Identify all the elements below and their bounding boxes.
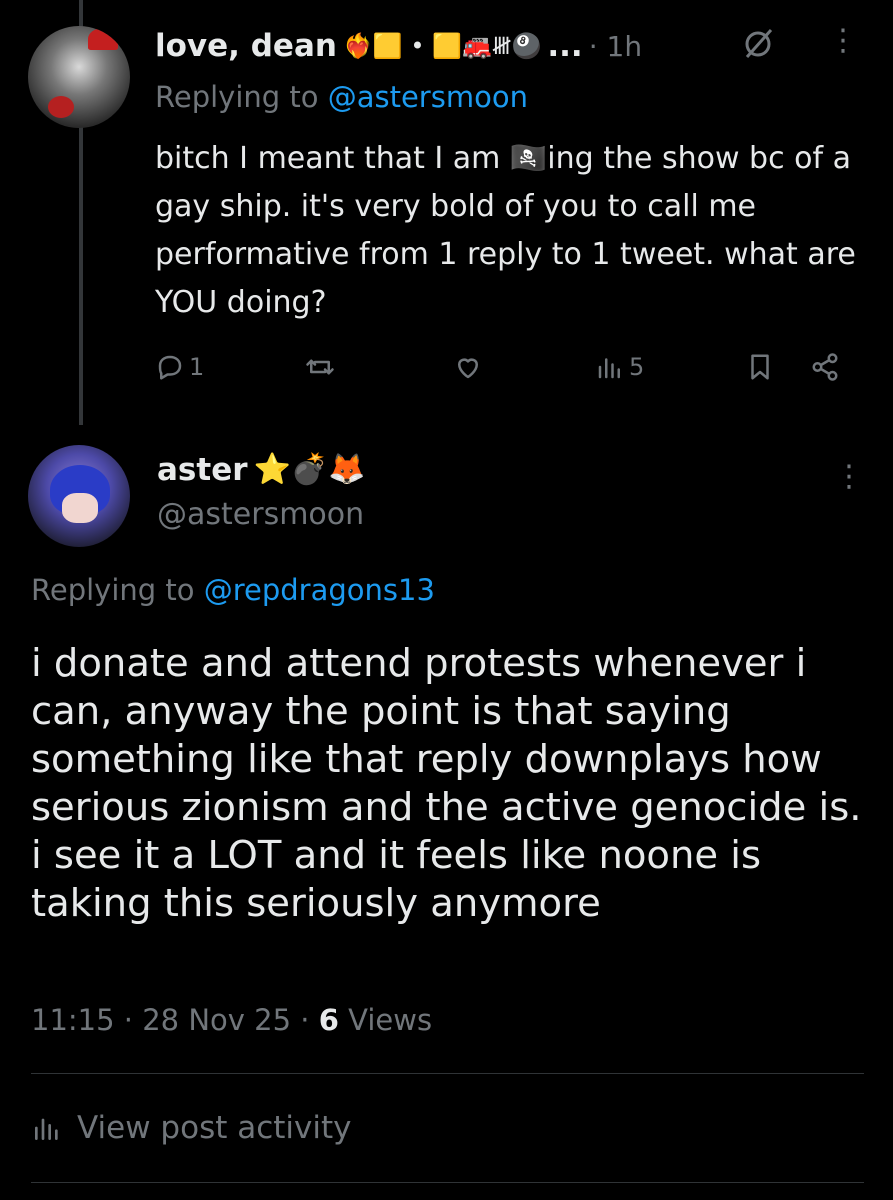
avatar-face <box>62 493 98 523</box>
like-button[interactable] <box>453 352 487 382</box>
replying-to: Replying to @repdragons13 <box>31 573 435 607</box>
more-options-icon[interactable]: ⋮ <box>834 462 864 492</box>
replying-to-label: Replying to <box>31 573 195 607</box>
retweet-button[interactable] <box>305 352 339 382</box>
views-number: 6 <box>318 1003 339 1037</box>
tweet-actions: 1 5 <box>155 352 855 392</box>
avatar[interactable] <box>28 26 130 128</box>
view-post-activity-link[interactable]: View post activity <box>31 1110 352 1146</box>
name-emojis: ❤️‍🔥🟨 • 🟨🚒𝍸🎱 <box>342 32 542 60</box>
santa-hat <box>88 28 118 50</box>
tweet-time[interactable]: · 1h <box>589 30 642 63</box>
reply-button[interactable]: 1 <box>155 352 204 382</box>
display-name[interactable]: love, dean <box>155 28 337 64</box>
more-options-icon[interactable]: ⋮ <box>828 26 858 56</box>
share-button[interactable] <box>810 352 840 382</box>
mute-icon <box>745 29 773 58</box>
tweet-text: bitch I meant that I am 🏴‍☠️ing the show… <box>155 141 856 320</box>
rose <box>48 96 74 118</box>
views-bar-chart-icon <box>35 1118 58 1140</box>
replying-to-label: Replying to <box>155 80 319 114</box>
views-label: Views <box>338 1003 433 1037</box>
bookmark-button[interactable] <box>745 352 775 382</box>
timestamp[interactable]: 11:15 · 28 Nov 25 · <box>31 1003 319 1037</box>
replying-to-handle[interactable]: @repdragons13 <box>204 573 435 607</box>
avatar[interactable] <box>28 445 130 547</box>
bookmark-icon <box>751 354 769 380</box>
tweet-meta: 11:15 · 28 Nov 25 · 6 Views <box>31 1003 432 1037</box>
divider <box>31 1073 864 1074</box>
views-bar-chart-icon <box>598 358 620 379</box>
heart-icon <box>458 358 478 379</box>
replying-to: Replying to @astersmoon <box>155 80 528 114</box>
name-emojis: ⭐💣🦊 <box>253 452 366 487</box>
user-handle[interactable]: @astersmoon <box>157 497 364 532</box>
share-icon <box>812 353 838 381</box>
views-button[interactable]: 5 <box>595 352 644 382</box>
name-ellipsis: ... <box>547 28 583 64</box>
display-name[interactable]: aster <box>157 452 248 488</box>
tweet-text: i donate and attend protests whenever i … <box>31 641 862 926</box>
replying-to-handle[interactable]: @astersmoon <box>328 80 528 114</box>
main-tweet-header: aster ⭐💣🦊 <box>157 452 366 488</box>
reply-count: 1 <box>189 353 205 381</box>
views-count: 5 <box>629 353 645 381</box>
reply-icon <box>158 355 182 380</box>
retweet-icon <box>306 359 334 375</box>
view-post-activity-label: View post activity <box>77 1110 352 1146</box>
parent-tweet-header: love, dean ❤️‍🔥🟨 • 🟨🚒𝍸🎱 ... · 1h <box>155 28 642 64</box>
divider <box>31 1182 864 1183</box>
